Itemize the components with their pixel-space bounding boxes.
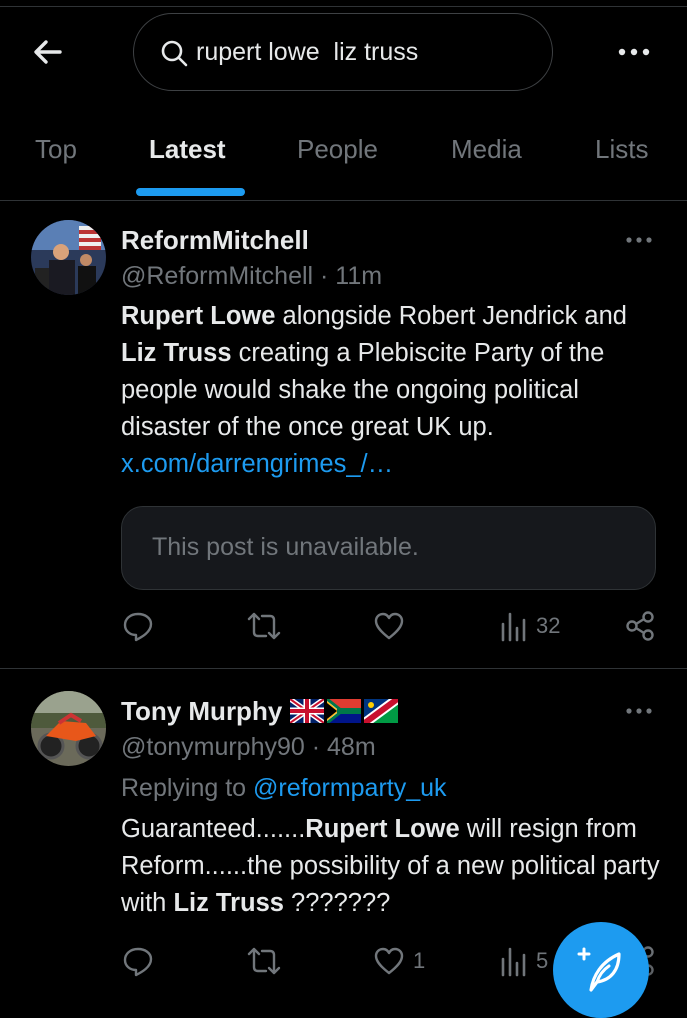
post-time[interactable]: 11m [335,262,382,290]
search-tabs: Top Latest People Media Lists [0,118,687,201]
author-meta: @tonymurphy90 · 48m [121,733,376,762]
top-edge [0,0,687,7]
author-handle[interactable]: @ReformMitchell [121,262,313,290]
text-segment: Guaranteed....... [121,815,306,843]
views-button[interactable]: 5 [500,945,548,977]
search-icon [161,40,188,67]
post-actions: 32 [0,610,687,650]
tab-lists[interactable]: Lists [595,134,648,165]
author-name[interactable]: Tony Murphy [121,696,399,727]
post-text: Rupert Lowe alongside Robert Jendrick an… [121,298,666,483]
author-name[interactable]: ReformMitchell [121,225,309,256]
more-options-button[interactable] [612,40,656,64]
text-segment: Liz Truss [173,889,284,917]
reply-icon [123,947,153,977]
views-count: 32 [536,613,561,638]
back-arrow-icon [34,40,62,64]
unavailable-message: This post is unavailable. [152,533,419,561]
heart-icon [374,947,404,975]
share-icon [626,611,654,641]
text-segment: Rupert Lowe [305,815,460,843]
views-button[interactable]: 32 [500,610,560,642]
views-chart-icon [501,612,526,642]
uk-flag-icon [290,699,325,723]
share-button[interactable] [624,610,656,642]
more-horizontal-icon [618,48,650,56]
post-more-button[interactable] [620,701,660,721]
author-name-text: Tony Murphy [121,696,283,726]
namibia-flag-icon [364,699,399,723]
post-text: Guaranteed.......Rupert Lowe will resign… [121,811,666,922]
reply-icon [123,612,153,642]
time-separator: · [304,733,328,761]
avatar-photo-icon [31,691,106,766]
active-tab-indicator [136,188,245,196]
compose-post-button[interactable] [553,922,649,1018]
quoted-post-card[interactable]: This post is unavailable. [121,506,656,590]
avatar-photo-icon [31,220,106,295]
south-africa-flag-icon [327,699,362,723]
tab-latest[interactable]: Latest [149,134,226,165]
text-segment: Liz Truss [121,339,232,367]
repost-icon [247,947,281,975]
post-more-button[interactable] [620,230,660,250]
heart-icon [374,612,404,640]
like-button[interactable]: 1 [373,945,425,977]
tab-top[interactable]: Top [35,134,77,165]
tab-people[interactable]: People [297,134,378,165]
views-count: 5 [536,948,549,973]
author-meta: @ReformMitchell · 11m [121,262,382,291]
avatar[interactable] [31,220,106,295]
reply-button[interactable] [122,945,154,977]
repost-button[interactable] [246,610,282,642]
search-bar[interactable] [133,13,553,91]
post-divider [0,668,687,669]
compose-feather-icon [577,947,621,992]
repost-button[interactable] [246,945,282,977]
post-time[interactable]: 48m [327,733,376,761]
tab-media[interactable]: Media [451,134,522,165]
back-button[interactable] [26,30,70,74]
reply-button[interactable] [122,610,154,642]
more-horizontal-icon [626,708,652,714]
flag-emojis [290,699,399,723]
likes-count: 1 [413,948,426,973]
avatar[interactable] [31,691,106,766]
replying-prefix: Replying to [121,774,254,802]
post-link[interactable]: x.com/darrengrimes_/… [121,450,393,478]
views-chart-icon [501,947,526,977]
search-input[interactable] [196,32,526,72]
like-button[interactable] [373,610,405,642]
time-separator: · [313,262,336,290]
replying-handle-link[interactable]: @reformparty_uk [253,774,447,802]
replying-to: Replying to @reformparty_uk [121,774,447,803]
text-segment: Rupert Lowe [121,302,276,330]
text-segment: ??????? [283,889,391,917]
more-horizontal-icon [626,237,652,243]
text-segment: alongside Robert Jendrick and [275,302,627,330]
repost-icon [247,612,281,640]
author-handle[interactable]: @tonymurphy90 [121,733,305,761]
